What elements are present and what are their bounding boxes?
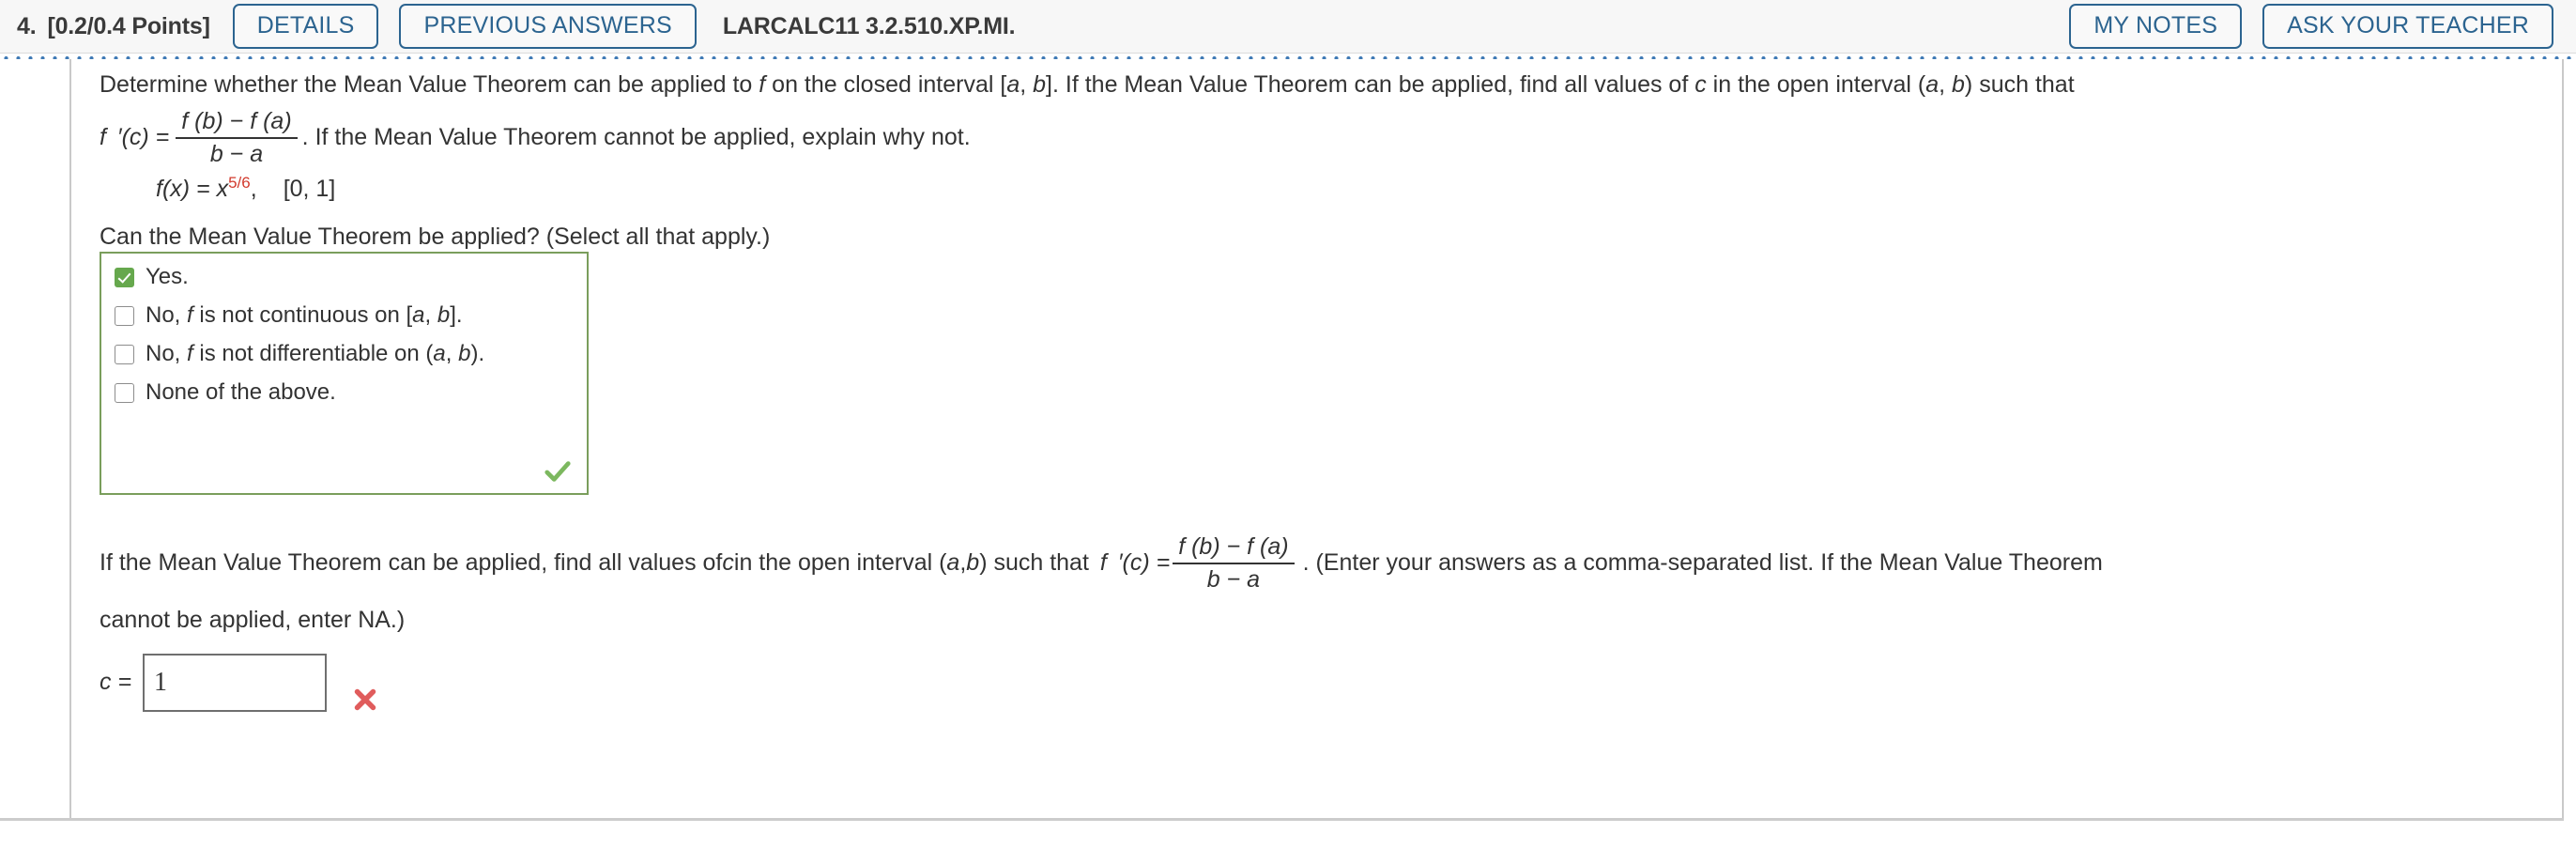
statement-text-b: on the closed interval [ [765, 71, 1007, 98]
part2-var-a: a [946, 549, 960, 577]
details-button[interactable]: DETAILS [232, 4, 379, 49]
part2-var-c: c [722, 549, 734, 577]
checkbox-none-of-above[interactable] [115, 383, 134, 403]
statement-text-tail: . If the Mean Value Theorem cannot be ap… [301, 124, 971, 151]
question-header-bar: 4. [0.2/0.4 Points] DETAILS PREVIOUS ANS… [0, 0, 2576, 54]
checkbox-not-continuous[interactable] [115, 306, 134, 326]
statement-text-g: ) such that [1964, 71, 2075, 98]
part2-fprime-c: f ′(c) = [1099, 549, 1171, 577]
option-row-not-differentiable[interactable]: No, f is not differentiable on (a, b). [101, 342, 587, 372]
option-row-yes[interactable]: Yes. [101, 265, 587, 295]
answer-label-c: c = [100, 669, 132, 695]
correct-check-icon [544, 461, 571, 482]
select-all-prompt: Can the Mean Value Theorem be applied? (… [100, 224, 771, 250]
my-notes-button[interactable]: MY NOTES [2069, 4, 2243, 49]
answer-input-c[interactable] [143, 653, 328, 712]
option-label-not-continuous: No, f is not continuous on [a, b]. [146, 302, 463, 328]
statement-text-e: in the open interval ( [1706, 71, 1926, 98]
option-label-none-of-above: None of the above. [146, 379, 336, 405]
part2-var-b: b [966, 549, 980, 577]
left-gutter-rule [0, 59, 71, 819]
option-row-none-of-above[interactable]: None of the above. [101, 380, 587, 410]
fraction-numerator: f (b) − f (a) [176, 108, 298, 139]
part2-text-b: in the open interval ( [733, 549, 947, 577]
ask-your-teacher-button[interactable]: ASK YOUR TEACHER [2262, 4, 2553, 49]
function-exponent: 5/6 [228, 174, 251, 192]
function-comma: , [250, 176, 257, 202]
incorrect-x-icon [354, 688, 376, 710]
mvt-fprime-c: f ′(c) = [100, 124, 170, 151]
part2-text-c: ) such that [979, 549, 1089, 577]
part-2-question: If the Mean Value Theorem can be applied… [100, 533, 2548, 714]
option-label-not-differentiable: No, f is not differentiable on (a, b). [146, 341, 485, 366]
question-number: 4. [17, 12, 37, 39]
option-label-yes: Yes. [146, 264, 189, 289]
option-row-not-continuous[interactable]: No, f is not continuous on [a, b]. [101, 303, 587, 333]
statement-var-b2: b [1952, 71, 1965, 98]
checkbox-yes[interactable] [115, 268, 134, 287]
fraction-denominator: b − a [209, 140, 264, 167]
checkbox-not-differentiable[interactable] [115, 345, 134, 364]
part-2-line-2: cannot be applied, enter NA.) [100, 607, 406, 633]
part2-fraction-numerator: f (b) − f (a) [1173, 533, 1295, 564]
points-badge: [0.2/0.4 Points] [47, 12, 210, 39]
part2-fraction-denominator: b − a [1206, 565, 1261, 593]
mvt-difference-quotient: f (b) − f (a) b − a [176, 108, 298, 168]
statement-var-c: c [1694, 71, 1707, 98]
part-2-line-1: If the Mean Value Theorem can be applied… [100, 533, 2548, 594]
problem-statement-line-2: f ′(c) = f (b) − f (a) b − a . If the Me… [100, 108, 971, 168]
problem-statement-line-1: Determine whether the Mean Value Theorem… [100, 71, 2075, 100]
previous-answers-button[interactable]: PREVIOUS ANSWERS [399, 4, 697, 49]
function-definition: f(x) = x5/6, [0, 1] [156, 174, 335, 203]
answer-options-box: Yes. No, f is not continuous on [a, b]. … [100, 252, 589, 495]
right-gutter-rule [2562, 59, 2564, 819]
assignment-title: LARCALC11 3.2.510.XP.MI. [722, 12, 1016, 39]
statement-text-d: ]. If the Mean Value Theorem can be appl… [1046, 71, 1695, 98]
statement-var-a: a [1006, 71, 1020, 98]
function-interval: [0, 1] [283, 176, 336, 202]
part2-text-a: If the Mean Value Theorem can be applied… [100, 549, 723, 577]
statement-var-b: b [1033, 71, 1047, 98]
statement-var-a2: a [1925, 71, 1940, 98]
part2-text-d: . (Enter your answers as a comma-separat… [1302, 549, 2103, 577]
statement-text-c: , [1020, 71, 1034, 98]
part2-comma: , [959, 549, 967, 577]
statement-text-a: Determine whether the Mean Value Theorem… [100, 71, 759, 98]
answer-row: c = [100, 652, 2548, 714]
statement-text-f: , [1939, 71, 1953, 98]
function-expression: f(x) = x [156, 176, 229, 202]
question-body: Determine whether the Mean Value Theorem… [0, 59, 2576, 863]
part2-difference-quotient: f (b) − f (a) b − a [1173, 533, 1295, 594]
bottom-divider [0, 818, 2564, 821]
